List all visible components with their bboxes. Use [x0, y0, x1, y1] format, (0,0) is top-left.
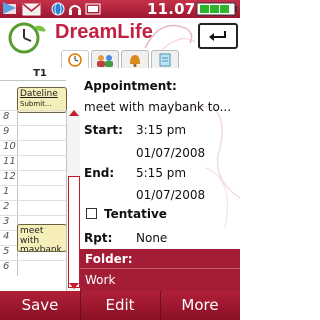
softkey-bar: Save Edit More [0, 291, 240, 320]
end-label: End: [84, 166, 115, 180]
app-header: DreamLife [0, 18, 240, 54]
hour-label: 12 [3, 171, 16, 182]
storage-icon [85, 3, 101, 15]
back-arrow-icon [209, 31, 226, 41]
appointment-type-label: Appointment: [84, 79, 177, 93]
status-clock: 11.07 [147, 0, 196, 18]
hour-slot [17, 156, 67, 171]
hour-label: 5 [3, 246, 10, 257]
app-title: DreamLife [55, 21, 153, 43]
hour-row[interactable]: 12 [0, 170, 66, 186]
start-time[interactable]: 3:15 pm [136, 123, 186, 137]
day-header: T1 [33, 68, 47, 79]
envelope-icon [22, 3, 41, 16]
more-button[interactable]: More [160, 291, 240, 320]
hour-label: 11 [3, 156, 16, 167]
hour-row[interactable]: 8 [0, 110, 66, 126]
repeat-value[interactable]: None [136, 231, 167, 245]
hour-slot [17, 186, 67, 201]
folder-value[interactable]: Work [85, 273, 115, 287]
battery-icon [196, 2, 237, 16]
hour-row[interactable]: 6 [0, 260, 66, 276]
globe-icon [51, 2, 65, 16]
signal-icon [3, 2, 16, 14]
hour-row[interactable]: 9 [0, 125, 66, 141]
end-time[interactable]: 5:15 pm [136, 166, 186, 180]
scroll-down-arrow-icon[interactable] [69, 283, 79, 289]
tab-notes[interactable] [151, 50, 179, 69]
hour-label: 1 [3, 186, 10, 197]
hour-slot [17, 141, 67, 156]
tentative-checkbox[interactable] [86, 208, 97, 219]
hour-label: 10 [3, 141, 16, 152]
timeline-scrollbar[interactable] [66, 110, 81, 291]
hour-label: 3 [3, 216, 10, 227]
repeat-label: Rpt: [84, 231, 113, 245]
hour-row[interactable]: 2 [0, 200, 66, 216]
hour-row[interactable]: 11 [0, 155, 66, 171]
tab-alarm[interactable] [121, 50, 149, 69]
headset-icon [69, 5, 81, 15]
note-icon [159, 53, 171, 67]
all-day-area[interactable]: Dateline Submit... [0, 80, 67, 113]
tab-appointment[interactable] [61, 50, 89, 69]
divider [80, 268, 240, 269]
event-title: meet with maybank to [20, 226, 62, 252]
decorative-swirl [144, 24, 196, 53]
hour-slot [17, 111, 67, 126]
bell-icon [130, 55, 140, 67]
hour-row[interactable]: 1 [0, 185, 66, 201]
hour-slot [17, 171, 67, 186]
hour-label: 2 [3, 201, 10, 212]
status-bar: 11.07 [0, 0, 240, 18]
clock-icon [68, 53, 82, 67]
hour-slot [17, 201, 67, 216]
hour-label: 8 [3, 111, 10, 122]
event-subtitle: Submit... [20, 99, 52, 108]
appointment-subject[interactable]: meet with maybank to... [84, 100, 231, 114]
scroll-thumb[interactable] [68, 176, 80, 288]
end-date[interactable]: 01/07/2008 [136, 188, 205, 202]
hour-label: 6 [3, 261, 10, 272]
edit-button[interactable]: Edit [80, 291, 160, 320]
appointment-detail: Appointment: meet with maybank to... Sta… [80, 68, 240, 248]
back-button[interactable] [198, 23, 238, 49]
hour-label: 4 [3, 231, 10, 242]
tab-attendees[interactable] [91, 50, 119, 69]
people-icon [97, 55, 113, 67]
hour-slot [17, 126, 67, 141]
start-label: Start: [84, 123, 123, 137]
folder-section[interactable]: Folder: Work [80, 249, 240, 291]
folder-label: Folder: [85, 252, 133, 266]
event-title: Dateline [20, 89, 58, 99]
event-meet-maybank[interactable]: meet with maybank to [17, 224, 67, 252]
save-button[interactable]: Save [0, 291, 80, 320]
app-logo-clock-icon [8, 22, 46, 54]
hour-row[interactable]: 10 [0, 140, 66, 156]
hour-slot [17, 261, 67, 276]
scroll-up-arrow-icon[interactable] [69, 110, 79, 116]
hour-label: 9 [3, 126, 10, 137]
start-date[interactable]: 01/07/2008 [136, 146, 205, 160]
tentative-label: Tentative [104, 207, 167, 221]
tab-bar [55, 50, 205, 69]
